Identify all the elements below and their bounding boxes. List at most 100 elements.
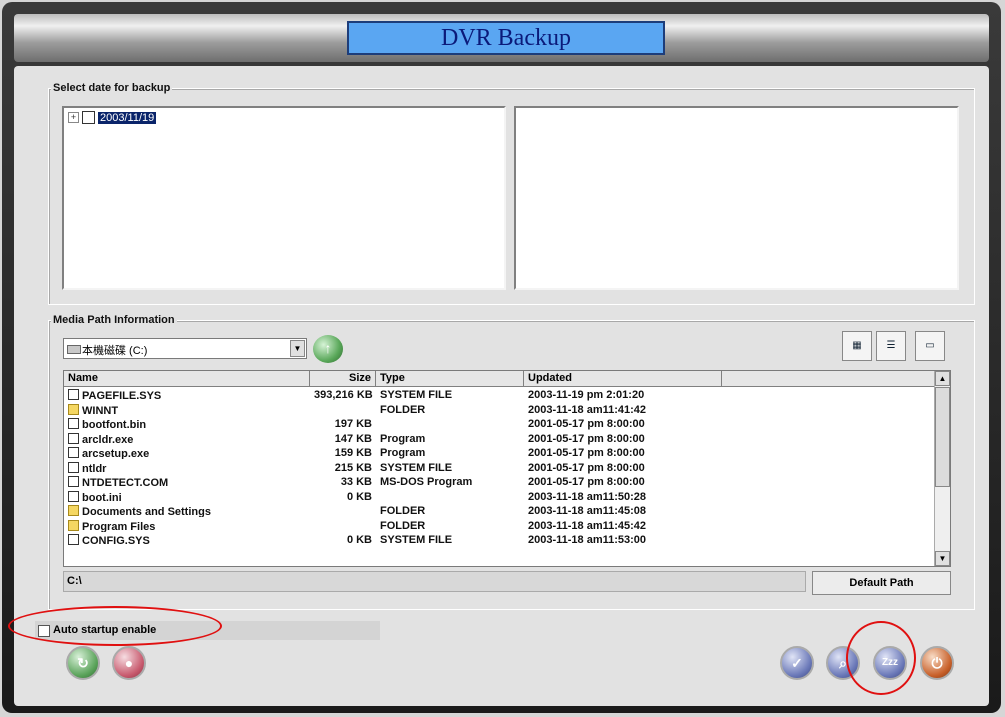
file-size [310, 404, 376, 416]
date-detail-panel[interactable] [514, 106, 959, 290]
folder-icon [68, 519, 79, 531]
window-title: DVR Backup [347, 21, 665, 55]
scroll-down-icon[interactable]: ▼ [935, 551, 950, 566]
detail-view-icon: ☰ [886, 340, 896, 351]
file-type: Program [380, 447, 426, 459]
detail-view-button[interactable]: ☰ [876, 331, 906, 361]
file-row[interactable]: WINNT FOLDER 2003-11-18 am11:41:42 [64, 403, 936, 416]
file-type: Program [380, 432, 426, 445]
file-name-text: boot.ini [82, 491, 122, 503]
file-list[interactable]: Name Size Type Updated PAGEFILE.SYS 393,2… [63, 370, 951, 567]
file-icon [68, 534, 79, 545]
vertical-scrollbar[interactable]: ▲ ▼ [934, 371, 950, 566]
file-name: PAGEFILE.SYS [64, 389, 310, 401]
file-size: 33 KB [340, 476, 372, 488]
file-name-text: arcsetup.exe [82, 448, 150, 459]
file-row[interactable]: arcsetup.exe 159 KB Program 2001-05-17 pm 8… [64, 447, 936, 459]
record-button[interactable]: ● [112, 646, 146, 680]
drive-select[interactable]: 本機磁碟 (C:) ▼ [63, 338, 307, 359]
file-row[interactable]: NTDETECT.COM 33 KB MS-DOS Program 2001-05-1… [64, 476, 936, 488]
file-updated: 2003-11-18 am11:45:42 [528, 519, 647, 532]
list-view-icon: ▦ [852, 340, 862, 351]
program-icon [68, 432, 79, 444]
file-updated: 2001-05-17 pm 8:00:00 [528, 447, 645, 459]
file-size: 215 KB [334, 461, 372, 474]
file-name-text: ntldr [82, 462, 107, 474]
file-name-text: Documents and Settings [82, 506, 211, 517]
file-name: bootfont.bin [64, 418, 310, 430]
file-name-text: Program Files [82, 520, 156, 532]
refresh-icon: ↻ [77, 655, 89, 671]
file-row[interactable]: ntldr 215 KB SYSTEM FILE 2001-05-17 pm 8:00… [64, 461, 936, 474]
up-folder-button[interactable]: ↑ [313, 335, 343, 363]
file-row[interactable]: PAGEFILE.SYS 393,216 KB SYSTEM FILE 2003-11… [64, 389, 936, 401]
expand-icon[interactable]: + [68, 112, 79, 123]
date-label: 2003/11/19 [98, 111, 157, 124]
file-name: Program Files [64, 519, 310, 532]
file-row[interactable]: Program Files FOLDER 2003-11-18 am11:45:42 [64, 519, 936, 532]
file-size: 197 KB [334, 418, 372, 430]
thumbnail-view-button[interactable]: ▭ [915, 331, 945, 361]
file-size [310, 505, 376, 517]
file-updated: 2001-05-17 pm 8:00:00 [528, 461, 645, 474]
program-icon [68, 447, 79, 458]
folder-icon [68, 403, 79, 415]
file-name-text: arcldr.exe [82, 433, 134, 445]
file-icon [68, 490, 79, 502]
file-updated: 2001-05-17 pm 8:00:00 [528, 476, 645, 488]
default-path-button[interactable]: Default Path [812, 571, 951, 595]
refresh-button[interactable]: ↻ [66, 646, 100, 680]
file-icon [68, 389, 79, 400]
file-name: WINNT [64, 403, 310, 416]
file-size: 393,216 KB [314, 389, 373, 401]
arrow-up-icon: ↑ [324, 340, 332, 356]
power-icon: ⏻ [931, 655, 943, 671]
file-name-text: NTDETECT.COM [82, 477, 169, 488]
file-type: MS-DOS Program [380, 476, 473, 488]
column-header-size[interactable]: Size [310, 371, 376, 387]
file-type: FOLDER [380, 403, 426, 416]
column-header-updated[interactable]: Updated [524, 371, 722, 387]
list-view-button[interactable]: ▦ [842, 331, 872, 361]
file-name-text: WINNT [82, 404, 119, 416]
drive-label: 本機磁碟 (C:) [82, 345, 148, 357]
file-row[interactable]: boot.ini 0 KB 2003-11-18 am11:50:28 [64, 490, 936, 503]
file-name-text: PAGEFILE.SYS [82, 390, 162, 401]
file-name: CONFIG.SYS [64, 534, 310, 546]
date-checkbox[interactable] [82, 111, 95, 124]
file-size: 0 KB [346, 534, 372, 546]
file-name: NTDETECT.COM [64, 476, 310, 488]
column-header-name[interactable]: Name [64, 371, 310, 387]
file-name-text: CONFIG.SYS [82, 535, 150, 546]
file-list-header: Name Size Type Updated [64, 371, 936, 387]
date-tree[interactable]: + 2003/11/19 [62, 106, 506, 290]
column-header-type[interactable]: Type [376, 371, 524, 387]
file-row[interactable]: arcldr.exe 147 KB Program 2001-05-17 pm 8:0… [64, 432, 936, 445]
chevron-down-icon[interactable]: ▼ [290, 340, 305, 357]
confirm-button[interactable]: ✓ [780, 646, 814, 680]
file-type: SYSTEM FILE [380, 389, 453, 401]
file-updated: 2003-11-18 am11:41:42 [528, 403, 647, 416]
annotation-circle-sleep-button [846, 621, 916, 695]
file-size: 147 KB [334, 432, 372, 445]
tree-item-date[interactable]: + 2003/11/19 [68, 111, 157, 124]
file-row[interactable]: Documents and Settings FOLDER 2003-11-18 a… [64, 505, 936, 517]
file-row[interactable]: CONFIG.SYS 0 KB SYSTEM FILE 2003-11-18 am11… [64, 534, 936, 546]
drive-icon [67, 345, 81, 354]
column-header-extra [722, 371, 936, 387]
file-name: arcldr.exe [64, 432, 310, 445]
record-icon: ● [124, 655, 134, 671]
file-updated: 2001-05-17 pm 8:00:00 [528, 418, 645, 430]
file-name: arcsetup.exe [64, 447, 310, 459]
current-path: C:\ [63, 571, 806, 592]
file-type: FOLDER [380, 519, 426, 532]
check-icon: ✓ [791, 655, 803, 671]
thumbnail-view-icon: ▭ [925, 340, 935, 351]
scroll-up-icon[interactable]: ▲ [935, 371, 950, 386]
scroll-thumb[interactable] [935, 387, 950, 487]
file-size: 159 KB [334, 447, 372, 459]
file-name-text: bootfont.bin [82, 419, 147, 430]
file-row[interactable]: bootfont.bin 197 KB 2001-05-17 pm 8:00:00 [64, 418, 936, 430]
media-group-label: Media Path Information [51, 314, 177, 326]
power-button[interactable]: ⏻ [920, 646, 954, 680]
